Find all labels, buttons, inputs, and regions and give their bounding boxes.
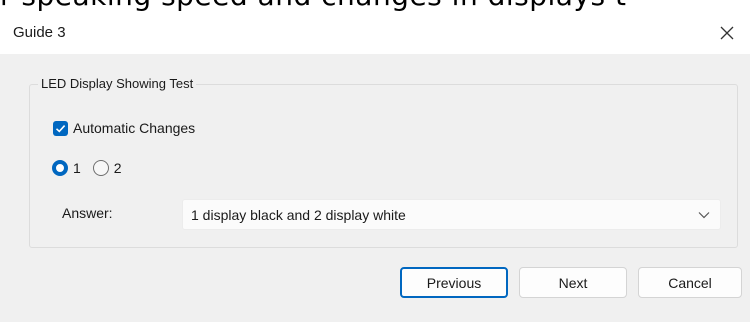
background-text-strip: r speaking speed and changes in displays… (0, 0, 750, 12)
cancel-button[interactable]: Cancel (638, 267, 742, 298)
checkbox-checked-icon (53, 120, 68, 136)
answer-selected-value: 1 display black and 2 display white (191, 207, 406, 223)
checkbox-label: Automatic Changes (73, 120, 196, 136)
radio-2-label: 2 (113, 160, 122, 176)
answer-dropdown[interactable]: 1 display black and 2 display white (182, 199, 721, 230)
previous-button[interactable]: Previous (400, 267, 508, 298)
answer-label: Answer: (62, 205, 113, 221)
title-bar: Guide 3 (0, 12, 750, 54)
group-box-title: LED Display Showing Test (38, 76, 197, 91)
radio-1-label: 1 (73, 160, 81, 176)
close-button[interactable] (704, 12, 750, 54)
radio-group: 1 2 (52, 160, 134, 176)
next-button[interactable]: Next (519, 267, 627, 298)
radio-1[interactable] (52, 160, 68, 176)
radio-2[interactable] (92, 160, 109, 176)
close-icon (720, 26, 734, 40)
checkmark-icon (55, 124, 66, 133)
background-text: r speaking speed and changes in displays… (0, 0, 627, 12)
window-title: Guide 3 (13, 24, 66, 41)
automatic-changes-checkbox[interactable]: Automatic Changes (53, 120, 195, 136)
chevron-down-icon (698, 212, 710, 219)
